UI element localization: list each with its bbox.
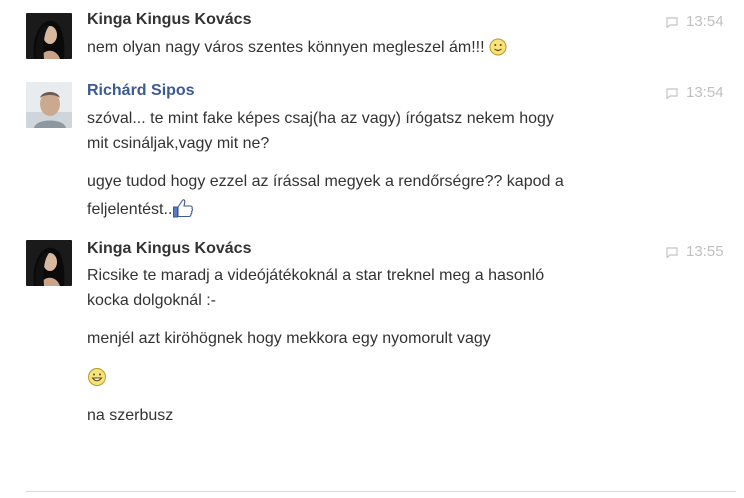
message-time: 13:54 — [666, 13, 736, 32]
message-text: Ricsike te maradj a videójátékoknál a st… — [87, 267, 545, 284]
avatar-richard[interactable] — [26, 82, 72, 128]
chat-bubble-icon — [666, 245, 678, 262]
time-text: 13:55 — [686, 243, 724, 260]
message-text: mit csináljak,vagy mit ne? — [87, 135, 270, 152]
smiley-icon — [489, 38, 507, 62]
chat-bubble-icon — [666, 15, 678, 32]
sender-name[interactable]: Richárd Sipos — [87, 82, 195, 100]
chat-bubble-icon — [666, 86, 678, 103]
avatar-kinga[interactable] — [26, 13, 72, 59]
message-time: 13:54 — [666, 84, 736, 103]
grin-icon — [87, 367, 107, 393]
thumbs-up-icon — [172, 198, 194, 224]
message-text: menjél azt kiröhögnek hogy mekkora egy n… — [87, 330, 491, 347]
message-text: kocka dolgoknál :- — [87, 292, 216, 309]
avatar-kinga[interactable] — [26, 240, 72, 286]
message-text: szóval... te mint fake képes csaj(ha az … — [87, 110, 554, 127]
message-text: ugye tudod hogy ezzel az írással megyek … — [87, 173, 564, 190]
divider — [26, 491, 736, 492]
message-line-wrap: feljelentést.. — [87, 198, 194, 224]
message-text: nem olyan nagy város szentes könnyen meg… — [87, 39, 485, 56]
message-time: 13:55 — [666, 243, 736, 262]
sender-name[interactable]: Kinga Kingus Kovács — [87, 240, 251, 258]
message-text: feljelentést.. — [87, 201, 173, 218]
message-line-wrap: nem olyan nagy város szentes könnyen meg… — [87, 38, 507, 62]
message-text: na szerbusz — [87, 407, 174, 424]
time-text: 13:54 — [686, 84, 724, 101]
time-text: 13:54 — [686, 13, 724, 30]
sender-name[interactable]: Kinga Kingus Kovács — [87, 11, 251, 29]
